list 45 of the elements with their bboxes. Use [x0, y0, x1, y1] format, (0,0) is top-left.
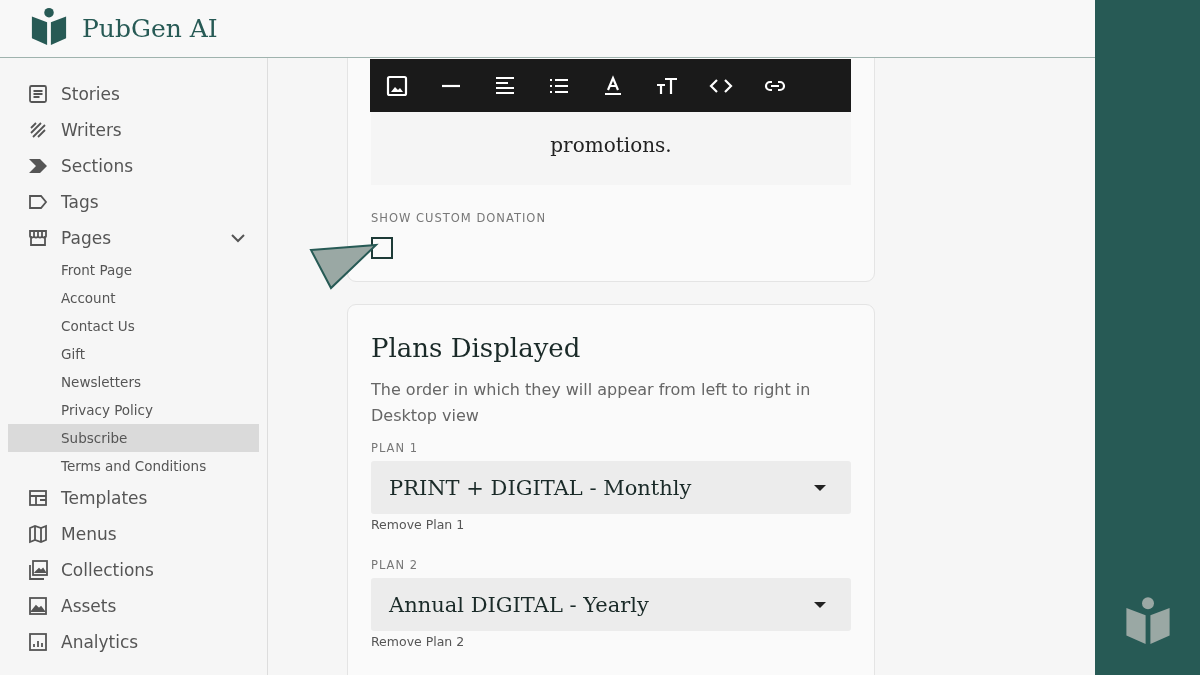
dropdown-arrow-icon [814, 484, 826, 491]
logo-icon [1123, 595, 1172, 645]
sidebar-item[interactable]: Assets [0, 588, 267, 624]
editor-text: promotions. [549, 132, 673, 159]
sidebar-item[interactable]: Collections [0, 552, 267, 588]
sidebar-item[interactable]: Writers [0, 112, 267, 148]
text-editor[interactable]: promotions. [371, 112, 851, 185]
remove-plan-link[interactable]: Remove Plan 1 [371, 517, 851, 533]
sidebar-item[interactable]: Tags [0, 184, 267, 220]
sidebar-subitem[interactable]: Account [8, 284, 259, 312]
map-icon [28, 524, 48, 544]
sidebar-item[interactable]: Stories [0, 76, 267, 112]
remove-plan-link[interactable]: Remove Plan 2 [371, 634, 851, 650]
sidebar-item[interactable]: Menus [0, 516, 267, 552]
card-description: The order in which they will appear from left to right in Desktop view [371, 379, 812, 427]
sidebar-item[interactable]: Analytics [0, 624, 267, 660]
field-label: PLAN 1 [371, 441, 420, 455]
sidebar-subitem[interactable]: Terms and Conditions [8, 452, 259, 480]
image-icon [28, 596, 48, 616]
sidebar-subitem[interactable]: Subscribe [8, 424, 259, 452]
dropdown-arrow-icon [814, 601, 826, 608]
sidebar-subitem[interactable]: Newsletters [8, 368, 259, 396]
sidebar-subitem[interactable]: Privacy Policy [8, 396, 259, 424]
sidebar-subitem[interactable]: Contact Us [8, 312, 259, 340]
sidebar-item[interactable]: Templates [0, 480, 267, 516]
logo-icon [30, 6, 68, 45]
chevron-icon[interactable] [231, 233, 245, 243]
tag-icon [28, 192, 48, 212]
bar-chart-icon [28, 632, 48, 652]
sidebar-item[interactable]: Pages [0, 220, 267, 256]
document-icon [28, 84, 48, 104]
storefront-icon [28, 228, 48, 248]
layout-icon [28, 488, 48, 508]
sidebar-subitem[interactable]: Gift [8, 340, 259, 368]
sidebar-item[interactable]: Sections [0, 148, 267, 184]
plan-dropdown[interactable]: Annual DIGITAL - Yearly [371, 578, 851, 631]
image-stack-icon [28, 560, 48, 580]
chevron-icon [28, 156, 48, 176]
field-label: PLAN 2 [371, 558, 420, 572]
plan-dropdown[interactable]: PRINT + DIGITAL - Monthly [371, 461, 851, 514]
sidebar-subitem[interactable]: Front Page [8, 256, 259, 284]
brand-name: PubGen AI [82, 14, 218, 43]
field-label: SHOW CUSTOM DONATION [371, 211, 547, 225]
card-title: Plans Displayed [371, 332, 582, 365]
pointer-arrow [308, 241, 380, 291]
